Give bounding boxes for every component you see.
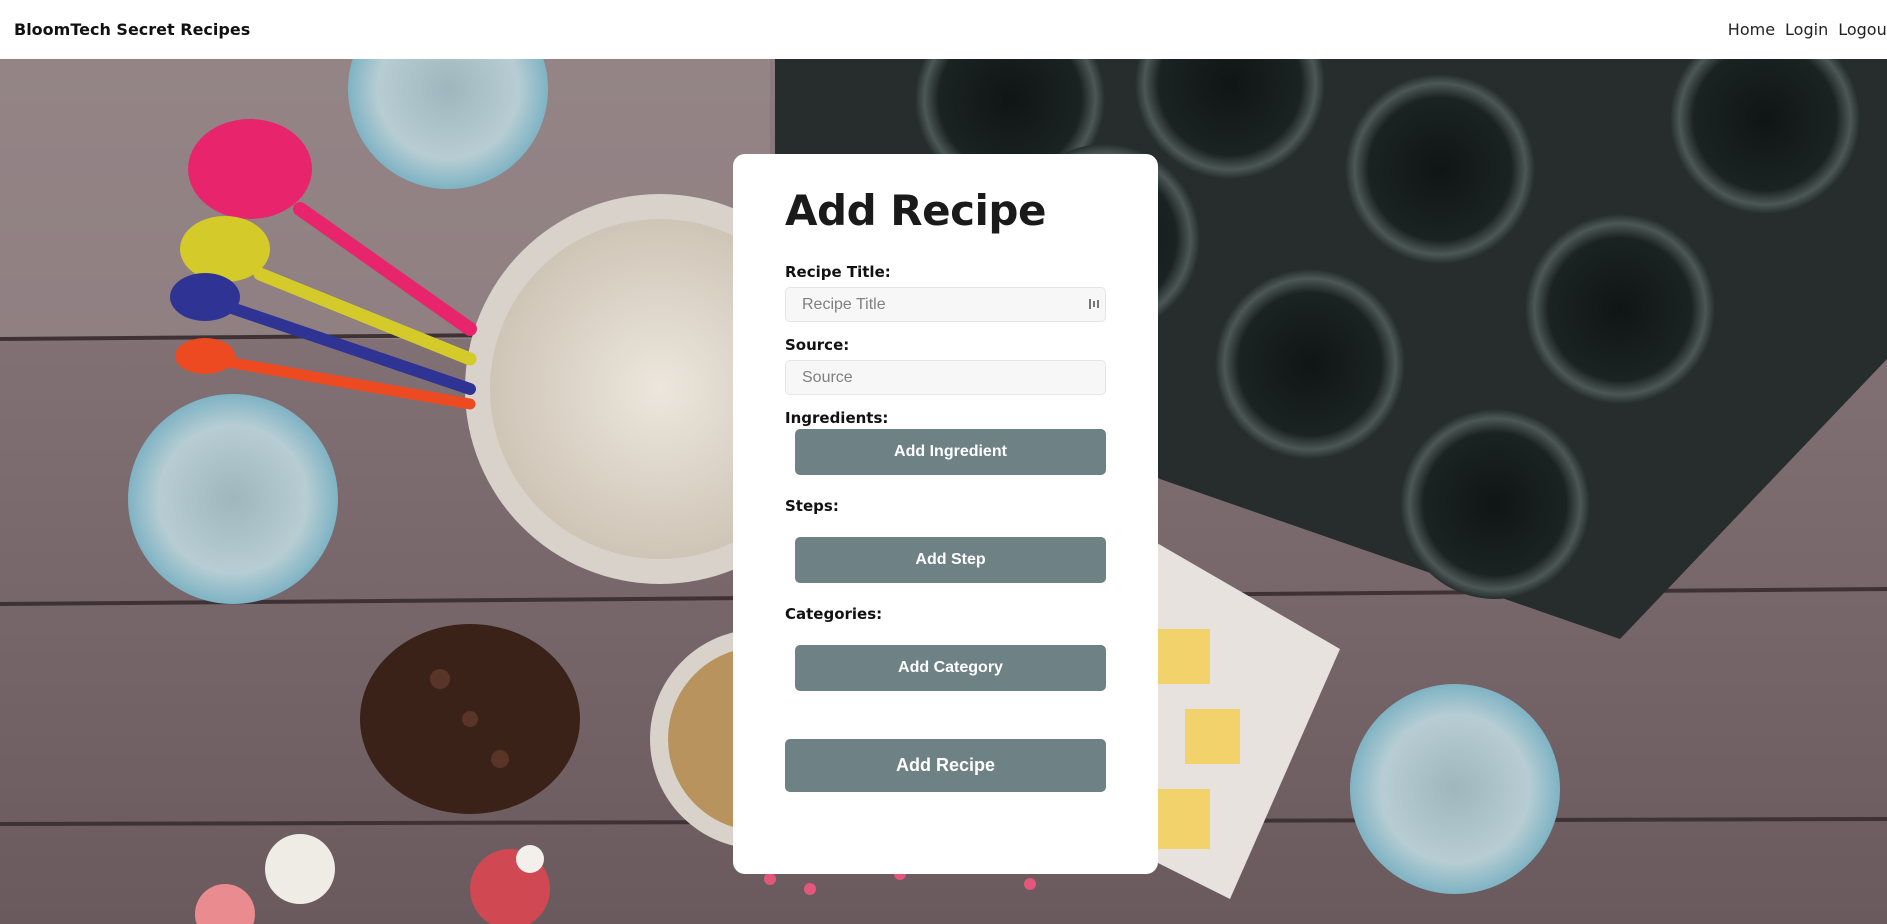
nav-link-home[interactable]: Home: [1728, 20, 1775, 39]
top-navbar: BloomTech Secret Recipes Home Login Logo…: [0, 0, 1887, 59]
source-input[interactable]: [785, 360, 1106, 395]
recipe-title-field-wrap: [785, 287, 1106, 336]
add-ingredient-button[interactable]: Add Ingredient: [795, 429, 1106, 475]
page-title: Add Recipe: [785, 186, 1046, 235]
nav-links: Home Login Logout: [1728, 20, 1887, 39]
ingredients-label: Ingredients:: [785, 409, 889, 427]
add-category-button[interactable]: Add Category: [795, 645, 1106, 691]
recipe-title-input[interactable]: [785, 287, 1106, 322]
steps-label: Steps:: [785, 497, 839, 515]
nav-link-logout[interactable]: Logout: [1838, 20, 1887, 39]
brand-title: BloomTech Secret Recipes: [14, 20, 251, 39]
add-recipe-submit-button[interactable]: Add Recipe: [785, 739, 1106, 792]
categories-label: Categories:: [785, 605, 883, 623]
source-label: Source:: [785, 336, 850, 354]
keyboard-icon[interactable]: [1088, 297, 1100, 311]
recipe-title-label: Recipe Title:: [785, 263, 891, 281]
add-step-button[interactable]: Add Step: [795, 537, 1106, 583]
add-recipe-card: Add Recipe Recipe Title: Source: Ingredi…: [733, 154, 1158, 874]
nav-link-login[interactable]: Login: [1785, 20, 1828, 39]
